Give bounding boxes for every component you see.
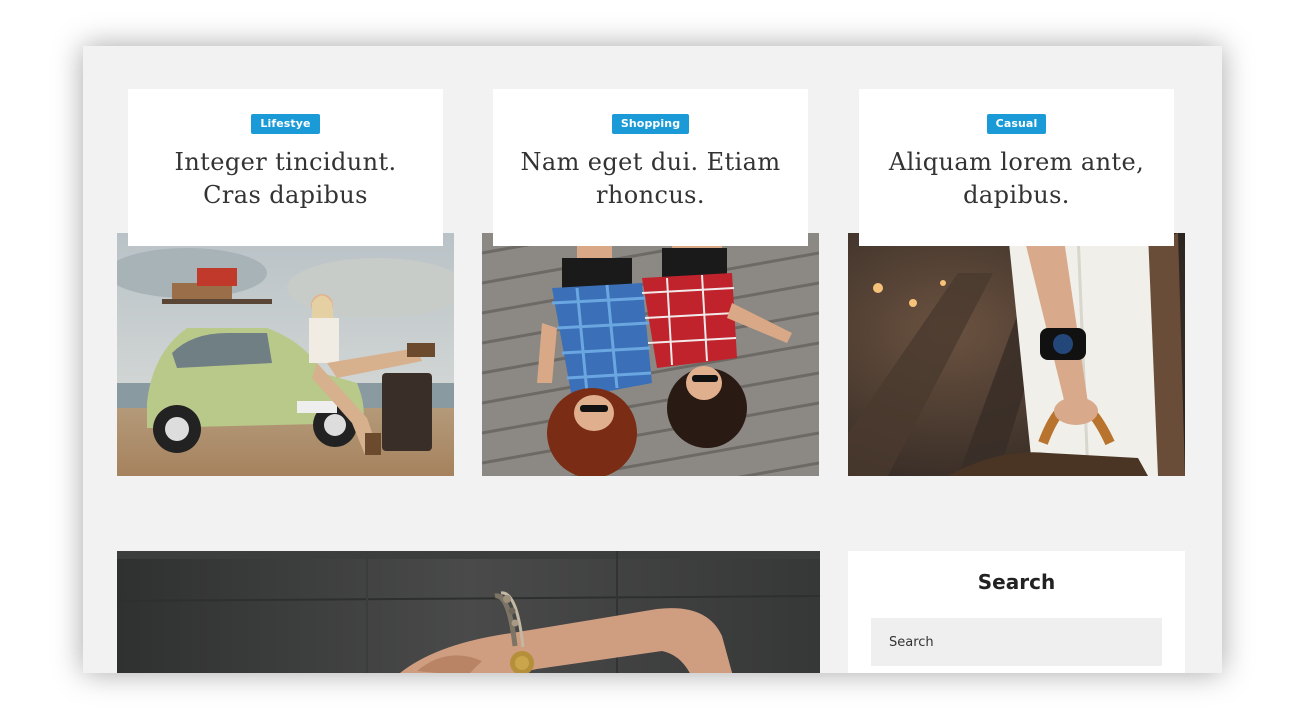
featured-post-image[interactable] (117, 551, 820, 673)
post-title[interactable]: Integer tincidunt. Cras dapibus (148, 146, 423, 212)
browser-viewport: Lifestye Integer tincidunt. Cras dapibus (83, 46, 1222, 673)
post-shopping[interactable]: Shopping Nam eget dui. Etiam rhoncus. (482, 46, 819, 476)
post-image-watch-handbag[interactable] (848, 233, 1185, 476)
search-widget: Search (848, 551, 1185, 673)
post-card: Shopping Nam eget dui. Etiam rhoncus. (493, 89, 808, 246)
search-input[interactable] (871, 618, 1162, 666)
category-badge[interactable]: Casual (986, 114, 1047, 134)
widget-title: Search (977, 570, 1056, 594)
post-card: Casual Aliquam lorem ante, dapibus. (859, 89, 1174, 246)
post-card: Lifestye Integer tincidunt. Cras dapibus (128, 89, 443, 246)
post-title[interactable]: Nam eget dui. Etiam rhoncus. (513, 146, 788, 212)
post-lifestyle[interactable]: Lifestye Integer tincidunt. Cras dapibus (117, 46, 454, 476)
post-image-two-women[interactable] (482, 233, 819, 476)
category-badge[interactable]: Shopping (611, 114, 690, 134)
post-title[interactable]: Aliquam lorem ante, dapibus. (879, 146, 1154, 212)
post-image-vintage-car[interactable] (117, 233, 454, 476)
category-badge[interactable]: Lifestye (251, 114, 320, 134)
post-casual[interactable]: Casual Aliquam lorem ante, dapibus. (848, 46, 1185, 476)
